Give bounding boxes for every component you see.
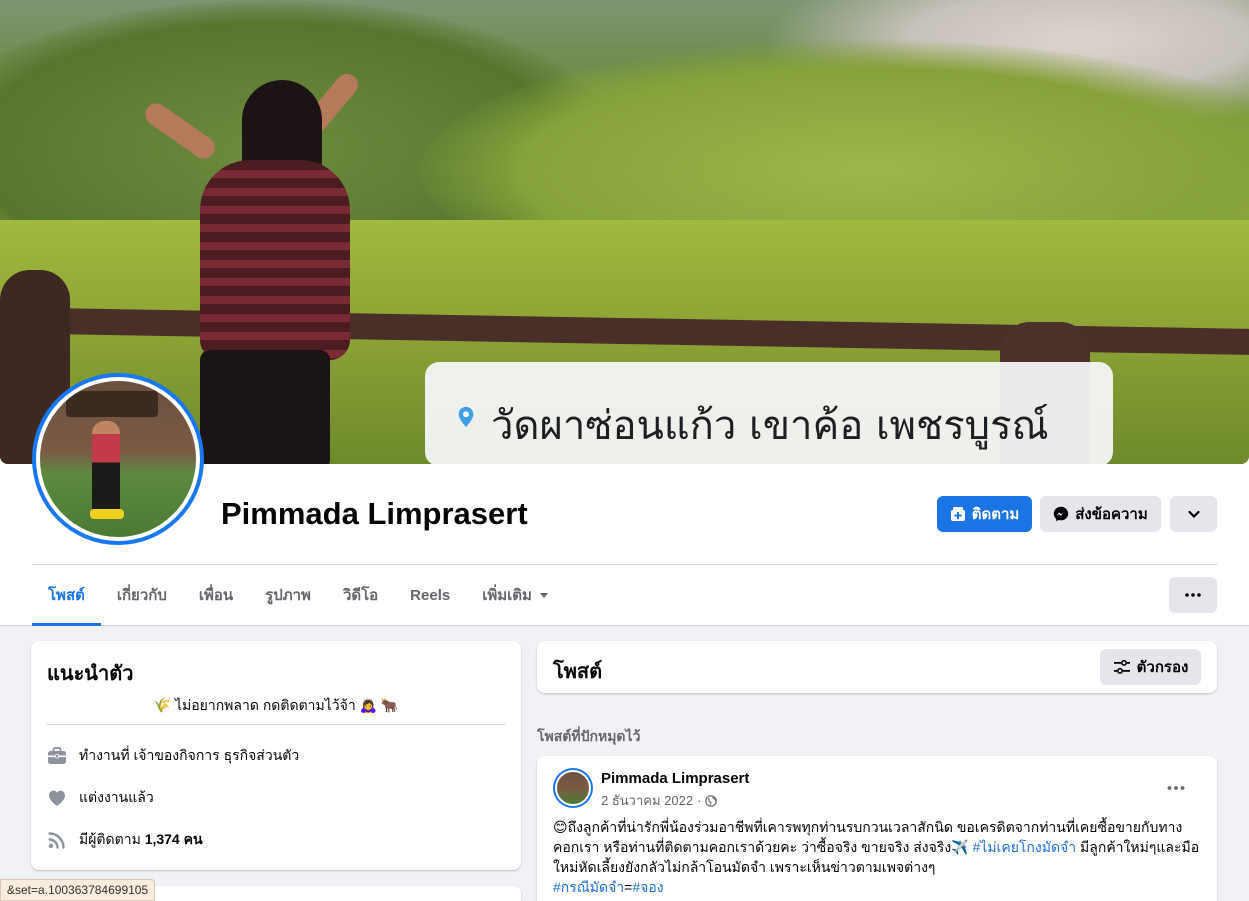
post-author-avatar[interactable]: [553, 768, 593, 808]
globe-icon: [705, 794, 718, 807]
profile-tabs: โพสต์ เกี่ยวกับ เพื่อน รูปภาพ วิดีโอ Ree…: [32, 566, 564, 626]
tab-posts[interactable]: โพสต์: [32, 566, 101, 626]
caret-down-icon: [539, 592, 548, 598]
intro-card: แนะนำตัว 🌾 ไม่อยากพลาด กดติดตามไว้จ้า 🙇‍…: [31, 641, 521, 870]
heart-icon: [47, 788, 67, 808]
intro-relationship: แต่งงานแล้ว: [47, 787, 154, 809]
more-dots-icon: [1167, 786, 1185, 790]
tab-about[interactable]: เกี่ยวกับ: [101, 566, 183, 624]
profile-more-button[interactable]: [1170, 496, 1217, 532]
posts-header-card: โพสต์ ตัวกรอง: [537, 641, 1217, 693]
rss-icon: [47, 830, 67, 850]
tab-photos[interactable]: รูปภาพ: [249, 566, 327, 624]
briefcase-icon: [47, 746, 67, 766]
filter-button[interactable]: ตัวกรอง: [1100, 649, 1201, 685]
location-text: วัดผาซ่อนแก้ว เขาค้อ เพชรบูรณ์: [491, 403, 1049, 449]
status-url-tooltip: &set=a.100363784699105: [0, 879, 156, 901]
location-pin-icon: [458, 406, 474, 428]
filter-icon: [1113, 659, 1130, 674]
more-dots-icon: [1185, 593, 1201, 597]
tab-more[interactable]: เพิ่มเติม: [466, 566, 564, 624]
profile-header: วัดผาซ่อนแก้ว เขาค้อ เพชรบูรณ์ Pimmada L…: [0, 0, 1249, 626]
intro-work: ทำงานที่ เจ้าของกิจการ ธุรกิจส่วนตัว: [47, 745, 299, 767]
post-body: 😊ถึงลูกค้าที่น่ารักพี่น้องร่วมอาชีพที่เค…: [553, 819, 1200, 895]
hashtag-link[interactable]: #กรณีมัดจำ: [553, 879, 624, 895]
post-author-name[interactable]: Pimmada Limprasert: [601, 770, 749, 787]
tab-friends[interactable]: เพื่อน: [183, 566, 249, 624]
messenger-icon: [1054, 506, 1069, 522]
cover-photo[interactable]: วัดผาซ่อนแก้ว เขาค้อ เพชรบูรณ์: [0, 0, 1249, 464]
cover-location-label: วัดผาซ่อนแก้ว เขาค้อ เพชรบูรณ์: [425, 362, 1113, 464]
follow-icon: [950, 507, 965, 521]
post-date[interactable]: 2 ธันวาคม 2022: [601, 790, 693, 811]
intro-bio: 🌾 ไม่อยากพลาด กดติดตามไว้จ้า 🙇‍♀️ 🐂: [153, 697, 399, 713]
header-divider: [32, 564, 1217, 565]
pinned-posts-label: โพสต์ที่ปักหมุดไว้: [537, 728, 641, 744]
tab-reels[interactable]: Reels: [394, 566, 466, 624]
chevron-down-icon: [1187, 510, 1200, 519]
profile-avatar[interactable]: [32, 373, 204, 545]
hashtag-link[interactable]: #จอง: [632, 879, 663, 895]
profile-name: Pimmada Limprasert: [221, 496, 528, 531]
hashtag-link[interactable]: #ไม่เคยโกงมัดจำ: [973, 839, 1077, 855]
intro-followers[interactable]: มีผู้ติดตาม 1,374 คน: [47, 829, 203, 851]
tabs-overflow-button[interactable]: [1169, 577, 1217, 613]
message-button[interactable]: ส่งข้อความ: [1040, 496, 1161, 532]
post-options-button[interactable]: [1167, 774, 1185, 795]
cover-person: [140, 69, 380, 464]
tab-videos[interactable]: วิดีโอ: [327, 566, 394, 624]
pinned-post: Pimmada Limprasert 2 ธันวาคม 2022 · 😊ถึง…: [537, 756, 1217, 901]
follow-button[interactable]: ติดตาม: [937, 496, 1032, 532]
post-meta: 2 ธันวาคม 2022 ·: [601, 790, 718, 811]
posts-title: โพสต์: [553, 661, 603, 683]
intro-title: แนะนำตัว: [47, 663, 134, 685]
